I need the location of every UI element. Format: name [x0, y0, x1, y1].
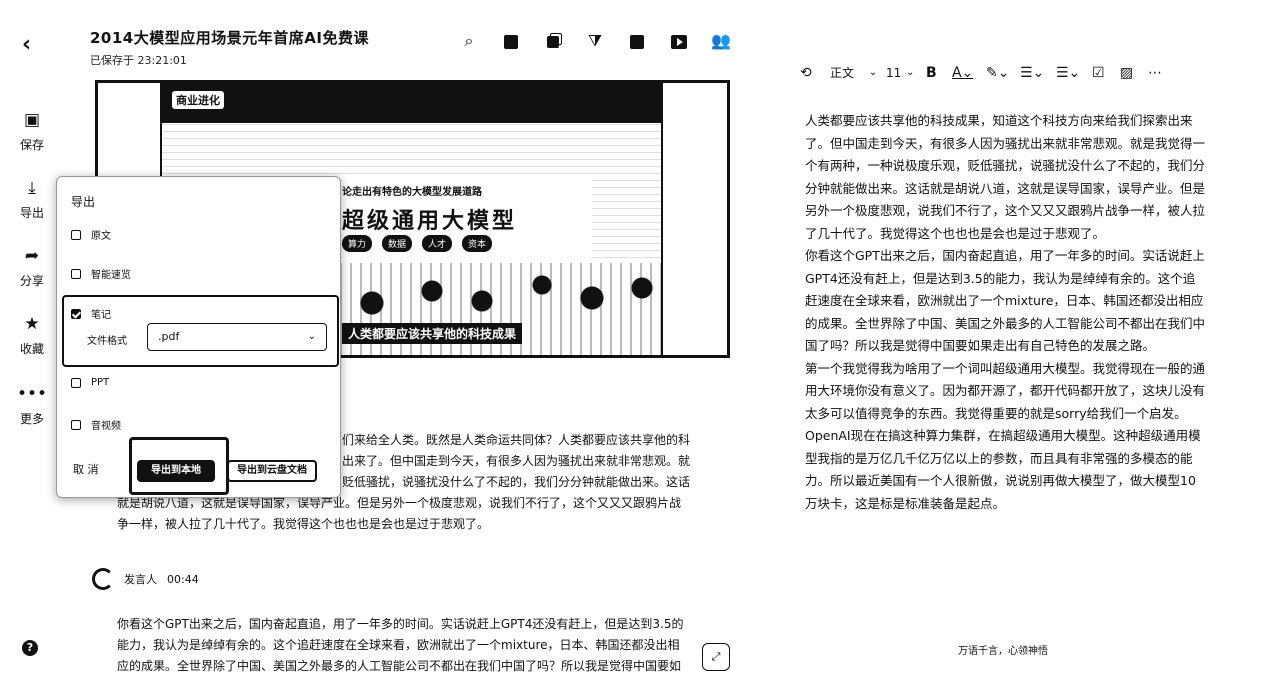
- export-option-smart-overview[interactable]: 智能速览: [71, 266, 131, 281]
- share-icon: ➦: [24, 246, 40, 266]
- export-option-notes[interactable]: 笔记: [71, 306, 111, 321]
- saved-status: 已保存于 23:21:01: [90, 54, 187, 67]
- favorite-label: 收藏: [19, 342, 44, 356]
- editor-body[interactable]: 人类都要应该共享他的科技成果，知道这个科技方向来给我们探索出来了。但中国走到今天…: [805, 110, 1205, 515]
- left-rail: ‹ ▣ 保存 ⤓ 导出 ➦ 分享 ★ 收藏 ••• 更多 ?: [0, 0, 64, 695]
- favorite-button[interactable]: ★ 收藏: [0, 314, 64, 357]
- video-right-panel: [661, 83, 727, 355]
- stage-tag-item: 数据: [382, 235, 413, 252]
- checkbox[interactable]: [71, 377, 81, 388]
- editor-toolbar: ⟲ 正文 ⌄ 11 ⌄ B A⌄ ✎⌄ ☰⌄ ☰⌄ ☑ ▨ ⋯: [800, 64, 1168, 81]
- file-format-label: 文件格式: [87, 336, 127, 347]
- editor-paragraph: 人类都要应该共享他的科技成果，知道这个科技方向来给我们探索出来了。但中国走到今天…: [805, 113, 1206, 241]
- copy-icon[interactable]: [532, 30, 574, 52]
- export-title: 导出: [71, 195, 96, 209]
- numbered-list-icon[interactable]: ☰⌄: [1056, 65, 1092, 81]
- more-icon: •••: [16, 384, 48, 404]
- transcript-line: 你看这个GPT出来之后，国内奋起直追，用了一年多的时间。实话说赶上GPT4还没有…: [117, 617, 684, 631]
- share-button[interactable]: ➦ 分享: [0, 246, 64, 289]
- font-size-select[interactable]: 11: [886, 66, 906, 80]
- editor-paragraph: 你看这个GPT出来之后，国内奋起直追，用了一年多的时间。实话说赶上GPT4还没有…: [805, 248, 1206, 353]
- users-icon[interactable]: 👥: [700, 30, 742, 52]
- star-icon: ★: [24, 314, 40, 334]
- export-cloud-button[interactable]: 导出到云盘文档: [227, 460, 317, 482]
- translate-icon[interactable]: [616, 30, 658, 52]
- more-label: 更多: [19, 412, 44, 426]
- chevron-down-icon[interactable]: ⌄: [906, 67, 926, 78]
- chevron-down-icon[interactable]: ⌄: [860, 67, 886, 78]
- stage-tag-item: 算力: [342, 235, 373, 252]
- more-icon[interactable]: ⋯: [1148, 65, 1168, 81]
- save-button[interactable]: ▣ 保存: [0, 110, 64, 153]
- export-icon: ⤓: [28, 178, 36, 198]
- cancel-button[interactable]: 取 消: [73, 461, 99, 477]
- stage-tag-item: 资本: [462, 235, 493, 252]
- option-label: PPT: [91, 377, 110, 388]
- highlight-icon[interactable]: ✎⌄: [986, 65, 1020, 81]
- history-icon[interactable]: ⟲: [800, 65, 830, 81]
- bullet-list-icon[interactable]: ☰⌄: [1020, 65, 1056, 81]
- checkbox[interactable]: [71, 419, 81, 430]
- stage-tag: 商业进化: [172, 91, 224, 109]
- style-select[interactable]: 正文: [830, 64, 860, 81]
- transcript-line: 贬低骚扰，说骚扰没什么了不起的，我们分分钟就能做出来。这话: [342, 475, 691, 489]
- speaker-avatar: [92, 568, 114, 590]
- checklist-icon[interactable]: ☑: [1092, 65, 1120, 81]
- editor-footer-note: 万语千言，心领神悟: [958, 646, 1048, 657]
- export-option-media[interactable]: 音视频: [71, 417, 121, 432]
- export-label: 导出: [19, 206, 44, 220]
- stage-big-title: 超级通用大模型: [342, 209, 518, 234]
- share-label: 分享: [19, 274, 44, 288]
- more-button[interactable]: ••• 更多: [0, 384, 64, 427]
- speaker-row: 发言人 00:44: [92, 568, 199, 590]
- text-color-icon[interactable]: A⌄: [952, 65, 986, 81]
- speaker-name: 发言人: [124, 573, 157, 586]
- stage-tags: 算力 数据 人才 资本: [342, 235, 493, 252]
- option-label: 原文: [91, 231, 111, 242]
- top-toolbar: ⌕ ⧩ 👥: [448, 30, 742, 52]
- file-format-select[interactable]: .pdf ⌄: [147, 323, 327, 351]
- page-title: 2014大模型应用场景元年首席AI免费课: [90, 29, 369, 47]
- speaker-time[interactable]: 00:44: [167, 573, 199, 586]
- help-icon[interactable]: ?: [22, 640, 38, 656]
- save-icon: ▣: [23, 110, 41, 130]
- export-local-button[interactable]: 导出到本地: [137, 460, 215, 482]
- export-button[interactable]: ⤓ 导出: [0, 178, 64, 221]
- export-option-original[interactable]: 原文: [71, 227, 111, 242]
- back-icon[interactable]: ‹: [22, 32, 31, 57]
- transcript-line: 争一样，被人拉了几十代了。我觉得这个也也也是会也是过于悲观了。: [117, 517, 490, 531]
- transcript-line: 能力，我认为是绰绰有余的。这个追赶速度在全球来看，欧洲就出了一个mixture，…: [117, 638, 680, 652]
- image-icon[interactable]: ▨: [1120, 65, 1148, 81]
- editor-paragraph: 第一个我觉得我为啥用了一个词叫超级通用大模型。我觉得现在一般的通用大环境你没有意…: [805, 360, 1206, 511]
- video-subtitle: 人类都要应该共享他的科技成果: [342, 323, 523, 344]
- transcript-line: 们来给全人类。既然是人类命运共同体？人类都要应该共享他的科: [342, 433, 691, 447]
- stage-tag-item: 人才: [422, 235, 453, 252]
- bold-icon[interactable]: B: [926, 65, 952, 81]
- option-label: 智能速览: [91, 270, 131, 281]
- checkbox[interactable]: [71, 229, 81, 240]
- option-label: 音视频: [91, 421, 121, 432]
- file-format-value: .pdf: [158, 330, 180, 343]
- transcript-line: 出来了。但中国走到今天，有很多人因为骚扰出来就非常悲观。就: [342, 454, 691, 468]
- transcript-line: 应的成果。全世界除了中国、美国之外最多的人工智能公司不都出在我们中国了吗？所以我…: [117, 659, 682, 673]
- expand-icon[interactable]: ⤢: [702, 643, 730, 671]
- export-option-ppt[interactable]: PPT: [71, 377, 109, 388]
- search-icon[interactable]: ⌕: [448, 30, 490, 52]
- checkbox[interactable]: [71, 268, 81, 279]
- checkbox-checked[interactable]: [71, 308, 81, 319]
- chevron-down-icon: ⌄: [307, 331, 316, 342]
- option-label: 笔记: [91, 310, 111, 321]
- export-dialog: 导出 原文 智能速览 笔记 文件格式 .pdf ⌄ PPT 音视频 取 消 导出…: [56, 176, 341, 498]
- filter-icon[interactable]: ⧩: [574, 30, 616, 52]
- save-label: 保存: [19, 138, 44, 152]
- document-icon[interactable]: [490, 30, 532, 52]
- play-icon[interactable]: [658, 30, 700, 52]
- stage-screen-heading: 论走出有特色的大模型发展道路: [342, 187, 482, 198]
